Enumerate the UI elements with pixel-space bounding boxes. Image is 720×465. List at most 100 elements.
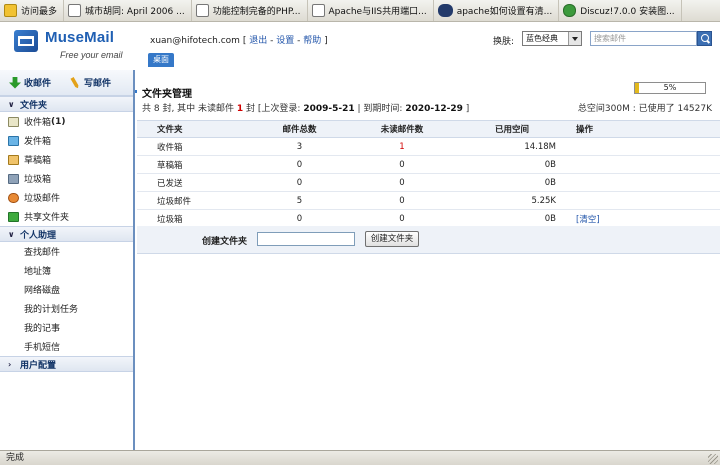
trash-icon — [8, 173, 19, 184]
mail-summary: 共 8 封, 其中 未读邮件 1 封 [上次登录: 2009-5-21 | 到期… — [142, 101, 469, 114]
assistant-section-title: 个人助理 — [20, 230, 57, 241]
bookmark-label: 访问最多 — [21, 7, 58, 17]
chevron-right-icon: › — [8, 359, 12, 369]
row-unread: 0 — [342, 191, 462, 210]
sidebar-item-drafts[interactable]: 草稿箱 — [0, 150, 133, 169]
row-space: 0B — [462, 209, 562, 228]
globe-icon — [437, 4, 453, 17]
table-row: 草稿箱 0 0 0B — [137, 155, 720, 174]
inbox-icon — [8, 116, 19, 127]
mail-logo-icon — [14, 30, 38, 52]
skin-select[interactable]: 蓝色经典 — [522, 31, 582, 46]
compose-mail-button[interactable]: 写邮件 — [69, 76, 111, 89]
bookmark-php[interactable]: 功能控制完备的PHP... — [192, 0, 308, 21]
row-folder-name[interactable]: 收件箱 — [137, 137, 257, 156]
quota-text: 总空间300M : 已使用了 14527K — [577, 104, 712, 114]
row-unread: 0 — [342, 173, 462, 192]
logout-link[interactable]: 退出 — [249, 36, 267, 46]
sidebar-item-sms[interactable]: 手机短信 — [0, 337, 133, 356]
sidebar-item-junk[interactable]: 垃圾邮件 — [0, 188, 133, 207]
bookmark-label: apache如何设置有清... — [456, 7, 553, 17]
row-total: 3 — [257, 137, 342, 156]
row-total: 0 — [257, 155, 342, 174]
bookmark-label: 功能控制完备的PHP... — [212, 7, 301, 17]
assistant-section-header[interactable]: ∨ 个人助理 — [0, 226, 133, 242]
sidebar-item-outbox[interactable]: 发件箱 — [0, 131, 133, 150]
bookmark-city-hutong[interactable]: 城市胡同: April 2006 ... — [64, 0, 192, 21]
unread-total: 1 — [236, 104, 244, 114]
bracket-close: ] — [324, 36, 328, 46]
bookmark-discuz[interactable]: Discuz!7.0.0 安装图... — [559, 0, 682, 21]
logo-slogan: Free your email — [60, 50, 123, 60]
col-total: 邮件总数 — [257, 120, 342, 138]
bookmark-apache-iis[interactable]: Apache与IIS共用端口... — [308, 0, 434, 21]
user-config-section-header[interactable]: › 用户配置 — [0, 356, 133, 372]
row-folder-name[interactable]: 草稿箱 — [137, 155, 257, 174]
row-total: 5 — [257, 191, 342, 210]
table-row: 收件箱 3 1 14.18M — [137, 137, 720, 156]
table-row: 已发送 0 0 0B — [137, 173, 720, 192]
separator: - — [297, 36, 301, 46]
folder-label: 收件箱 — [24, 118, 52, 128]
receive-mail-label: 收邮件 — [24, 79, 52, 89]
col-operation: 操作 — [562, 120, 720, 138]
resize-grip-icon[interactable] — [708, 454, 718, 464]
row-operation — [562, 191, 720, 210]
bookmark-label: Discuz!7.0.0 安装图... — [580, 7, 675, 17]
junk-icon — [8, 192, 19, 203]
quota-progress-bar: 5% — [634, 82, 706, 94]
sidebar-item-inbox[interactable]: 收件箱 (1) — [0, 112, 133, 131]
refresh-icon — [563, 4, 577, 17]
chevron-down-icon: ∨ — [8, 229, 15, 239]
folders-section-title: 文件夹 — [20, 100, 48, 111]
new-folder-input[interactable] — [257, 232, 355, 246]
separator: - — [270, 36, 274, 46]
sidebar-item-address-book[interactable]: 地址簿 — [0, 261, 133, 280]
settings-link[interactable]: 设置 — [276, 36, 294, 46]
search-input[interactable]: 搜索邮件 — [590, 31, 697, 46]
user-line: xuan@hifotech.com [ 退出 - 设置 - 帮助 ] — [150, 33, 328, 46]
row-folder-name[interactable]: 垃圾邮件 — [137, 191, 257, 210]
bookmark-apache-setting[interactable]: apache如何设置有清... — [434, 0, 560, 21]
folder-label: 垃圾箱 — [24, 175, 52, 185]
help-link[interactable]: 帮助 — [303, 36, 321, 46]
search-button[interactable] — [697, 31, 712, 46]
clear-trash-link[interactable]: [清空] — [576, 215, 600, 225]
receive-mail-button[interactable]: 收邮件 — [9, 76, 51, 89]
status-bar: 完成 — [0, 450, 720, 465]
row-folder-name[interactable]: 垃圾箱 — [137, 209, 257, 228]
draft-icon — [8, 154, 19, 165]
page-icon — [68, 4, 82, 17]
row-space: 0B — [462, 173, 562, 192]
download-arrow-icon — [9, 76, 21, 89]
sidebar-item-notes[interactable]: 我的记事 — [0, 318, 133, 337]
folders-section-header[interactable]: ∨ 文件夹 — [0, 96, 133, 112]
tab-desktop[interactable]: 桌面 — [148, 53, 174, 67]
last-login-date: 2009-5-21 — [303, 104, 355, 114]
folder-label: 垃圾邮件 — [24, 194, 61, 204]
chevron-down-icon: ∨ — [8, 99, 15, 109]
row-unread: 0 — [342, 209, 462, 228]
unread-count: (1) — [51, 116, 66, 127]
sidebar-item-search-mail[interactable]: 查找邮件 — [0, 242, 133, 261]
mail-actions: 收邮件 写邮件 — [0, 70, 133, 96]
sidebar-item-net-disk[interactable]: 网络磁盘 — [0, 280, 133, 299]
row-folder-name[interactable]: 已发送 — [137, 173, 257, 192]
table-row: 垃圾邮件 5 0 5.25K — [137, 191, 720, 210]
create-folder-button[interactable]: 创建文件夹 — [365, 231, 419, 247]
summary-suffix: ] — [465, 104, 470, 114]
row-operation — [562, 137, 720, 156]
bracket-open: [ — [242, 36, 247, 46]
outbox-icon — [8, 135, 19, 146]
row-unread: 1 — [342, 137, 462, 156]
table-row: 垃圾箱 0 0 0B [清空] — [137, 209, 720, 228]
sidebar-item-trash[interactable]: 垃圾箱 — [0, 169, 133, 188]
sidebar-item-shared[interactable]: 共享文件夹 — [0, 207, 133, 226]
bookmark-most-visited[interactable]: 访问最多 — [0, 0, 65, 21]
skin-label: 换肤: — [493, 37, 515, 47]
expire-date: 2020-12-29 — [405, 104, 463, 114]
sidebar-item-tasks[interactable]: 我的计划任务 — [0, 299, 133, 318]
star-icon — [4, 4, 17, 17]
row-operation — [562, 155, 720, 174]
col-unread: 未读邮件数 — [342, 120, 462, 138]
